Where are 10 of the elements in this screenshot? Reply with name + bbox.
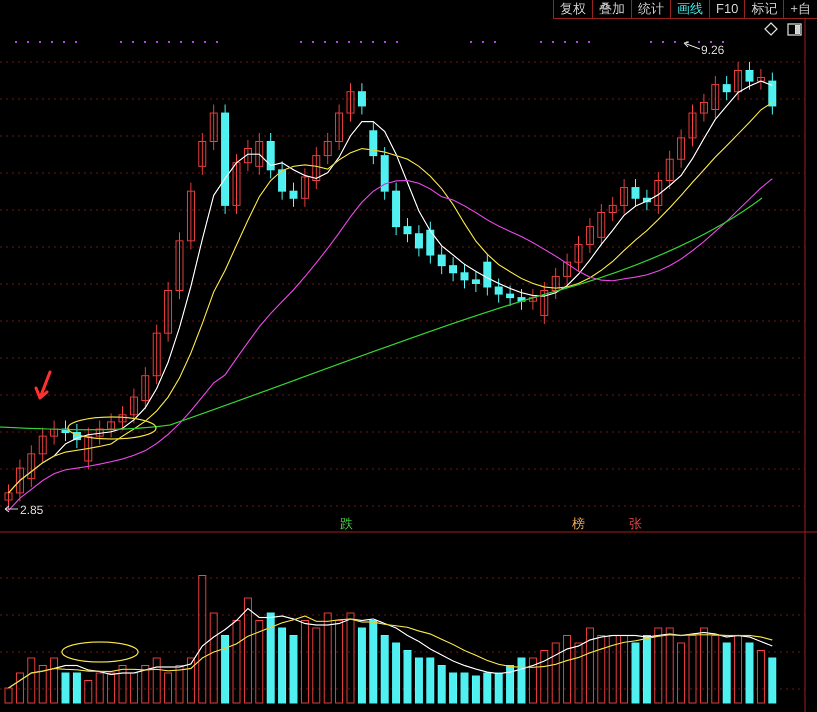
low-price-label: 2.85 [20,503,44,517]
panel-toggle-icon[interactable] [787,23,802,36]
leader-line [4,506,18,512]
high-price-label: 9.26 [701,43,724,57]
diamond-icon[interactable] [764,22,778,36]
signal-marker: 张 [629,516,642,531]
leader-line [684,42,700,50]
signal-marker: 榜 [572,516,585,531]
arrow-annotation [34,370,52,400]
signal-marker: 跌 [340,516,353,531]
